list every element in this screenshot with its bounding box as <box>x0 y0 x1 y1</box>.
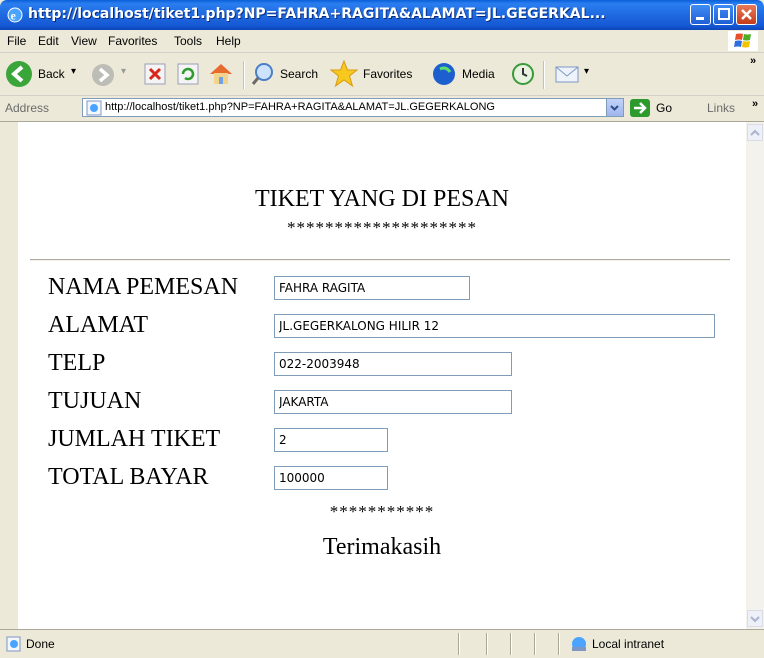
links-button[interactable]: Links <box>707 101 735 115</box>
close-button[interactable] <box>736 4 757 25</box>
page-title: TIKET YANG DI PESAN <box>255 186 509 212</box>
address-url[interactable]: http://localhost/tiket1.php?NP=FAHRA+RAG… <box>105 101 603 113</box>
toolbar-overflow-icon[interactable]: » <box>750 55 756 67</box>
menu-tools[interactable]: Tools <box>174 34 202 48</box>
go-arrow-icon <box>634 102 647 114</box>
input-alamat[interactable] <box>274 314 715 338</box>
address-dropdown-button[interactable] <box>606 99 623 116</box>
mail-dropdown-icon[interactable]: ▾ <box>584 66 589 77</box>
status-separator <box>558 633 560 655</box>
back-button-label[interactable]: Back <box>38 67 65 81</box>
page-icon <box>86 100 102 116</box>
toolbar-separator <box>543 61 545 89</box>
chevron-up-icon <box>750 129 760 136</box>
maximize-icon <box>718 8 730 20</box>
media-button-label[interactable]: Media <box>462 67 495 81</box>
window-left-border <box>0 122 18 629</box>
close-icon <box>741 9 752 20</box>
stars-separator-bottom: *********** <box>329 502 435 521</box>
vertical-scrollbar[interactable] <box>746 122 764 629</box>
thanks-text: Terimakasih <box>322 534 442 560</box>
scroll-up-button[interactable] <box>747 124 763 141</box>
maximize-button[interactable] <box>713 4 734 25</box>
status-separator <box>510 633 512 655</box>
menu-favorites[interactable]: Favorites <box>108 34 157 48</box>
menu-help[interactable]: Help <box>216 34 241 48</box>
input-jumlah-tiket[interactable] <box>274 428 388 452</box>
status-separator <box>458 633 460 655</box>
scroll-down-button[interactable] <box>747 610 763 627</box>
mail-icon[interactable] <box>553 62 581 86</box>
search-icon[interactable] <box>250 61 276 87</box>
back-icon[interactable] <box>4 59 34 89</box>
window-title: http://localhost/tiket1.php?NP=FAHRA+RAG… <box>28 6 606 22</box>
menu-bar: File Edit View Favorites Tools Help <box>0 30 764 53</box>
favorites-button-label[interactable]: Favorites <box>363 67 412 81</box>
ie-icon: e <box>7 7 23 23</box>
back-dropdown-icon[interactable]: ▾ <box>71 66 76 77</box>
label-telp: TELP <box>48 350 106 376</box>
menu-file[interactable]: File <box>7 34 26 48</box>
forward-dropdown-icon[interactable]: ▾ <box>121 66 126 77</box>
home-icon[interactable] <box>207 61 235 87</box>
status-separator <box>534 633 536 655</box>
minimize-button[interactable] <box>690 4 711 25</box>
address-field[interactable]: http://localhost/tiket1.php?NP=FAHRA+RAG… <box>82 98 624 117</box>
horizontal-rule <box>30 259 730 261</box>
menu-edit[interactable]: Edit <box>38 34 59 48</box>
favorites-star-icon[interactable] <box>329 59 359 89</box>
links-overflow-icon[interactable]: » <box>752 98 758 110</box>
history-icon[interactable] <box>510 61 536 87</box>
label-total-bayar: TOTAL BAYAR <box>48 464 209 490</box>
page-content: TIKET YANG DI PESAN ********************… <box>18 122 746 629</box>
input-tujuan[interactable] <box>274 390 512 414</box>
go-button[interactable] <box>630 99 650 117</box>
input-nama-pemesan[interactable] <box>274 276 470 300</box>
menu-view[interactable]: View <box>71 34 97 48</box>
forward-icon[interactable] <box>90 62 116 88</box>
stop-icon[interactable] <box>143 62 167 86</box>
local-intranet-icon <box>572 637 586 651</box>
address-bar: Address http://localhost/tiket1.php?NP=F… <box>0 96 764 122</box>
search-button-label[interactable]: Search <box>280 67 318 81</box>
status-separator <box>486 633 488 655</box>
windows-logo-icon <box>728 31 758 51</box>
status-text: Done <box>26 637 55 651</box>
title-bar[interactable]: e http://localhost/tiket1.php?NP=FAHRA+R… <box>0 0 764 30</box>
label-alamat: ALAMAT <box>48 312 148 338</box>
status-bar: Done Local intranet <box>0 629 764 658</box>
input-total-bayar[interactable] <box>274 466 388 490</box>
security-zone-text: Local intranet <box>592 637 665 651</box>
address-label: Address <box>5 101 50 115</box>
label-nama-pemesan: NAMA PEMESAN <box>48 274 239 300</box>
refresh-icon[interactable] <box>176 62 200 86</box>
label-jumlah-tiket: JUMLAH TIKET <box>48 426 221 452</box>
label-tujuan: TUJUAN <box>48 388 142 414</box>
chevron-down-icon <box>610 105 619 111</box>
media-icon[interactable] <box>431 61 459 87</box>
chevron-down-icon <box>750 616 760 623</box>
page-done-icon <box>6 636 21 652</box>
go-button-label[interactable]: Go <box>656 101 672 115</box>
minimize-icon <box>696 17 704 20</box>
toolbar-separator <box>243 61 245 89</box>
stars-separator-top: ******************** <box>287 218 477 237</box>
svg-text:e: e <box>11 9 17 23</box>
toolbar: Back ▾ ▾ Search Favorites Media ▾ » <box>0 53 764 96</box>
input-telp[interactable] <box>274 352 512 376</box>
